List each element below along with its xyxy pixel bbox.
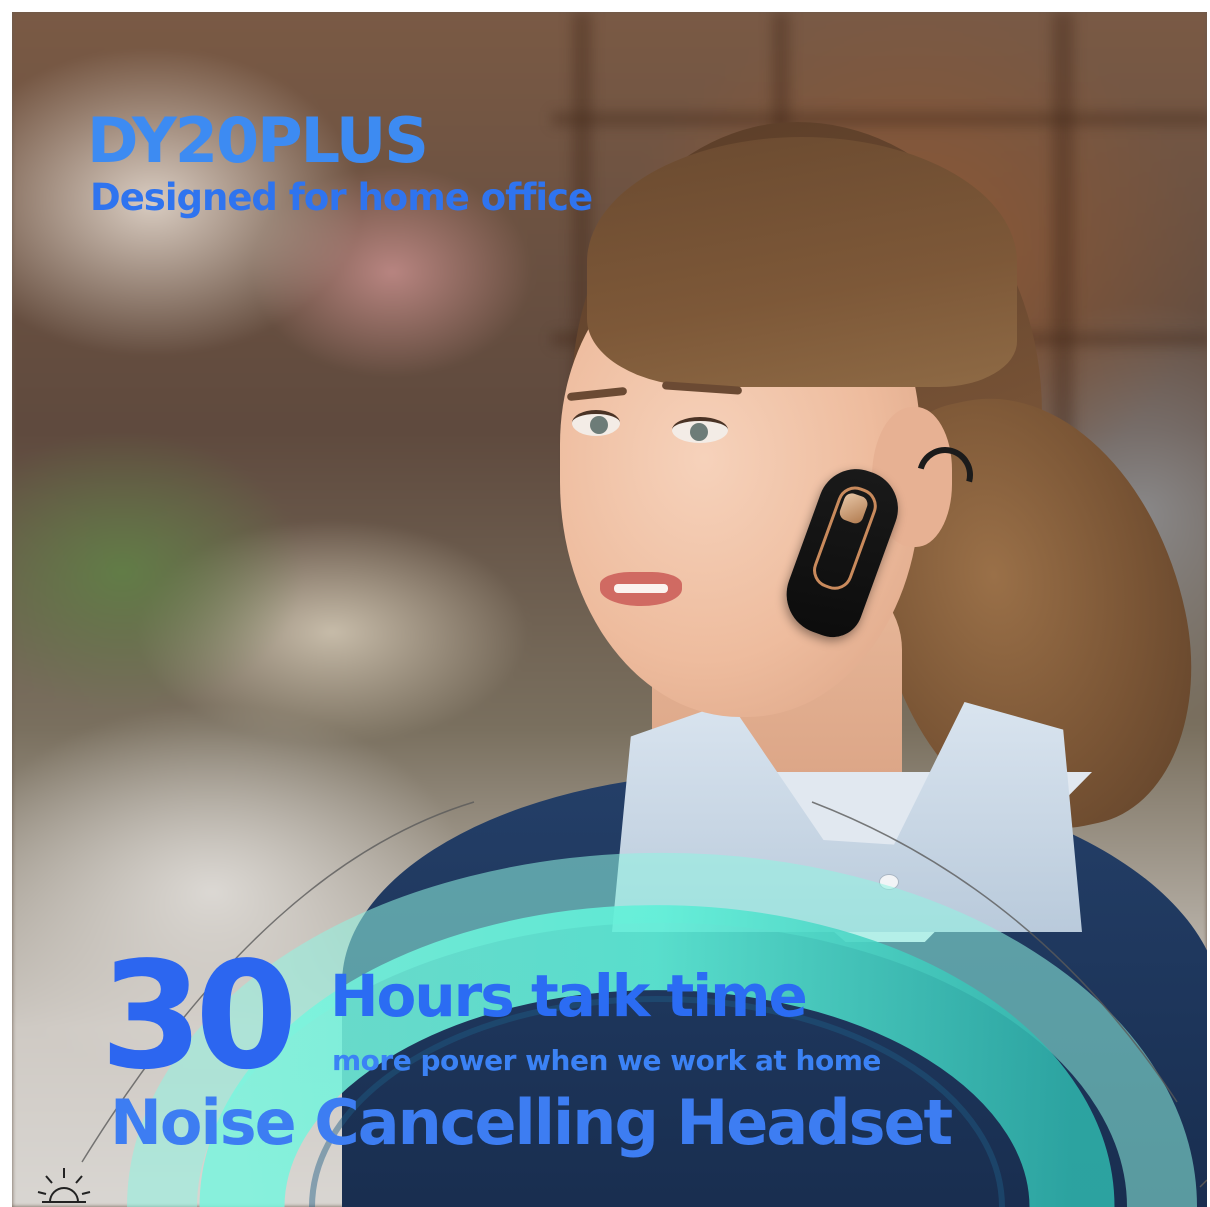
sun-icon <box>37 1168 91 1203</box>
product-model-title: DY20PLUS <box>87 104 429 177</box>
product-type-label: Noise Cancelling Headset <box>110 1086 953 1159</box>
talk-time-tagline: more power when we work at home <box>332 1044 881 1077</box>
product-subtitle: Designed for home office <box>90 176 593 219</box>
talk-time-number: 30 <box>100 930 298 1102</box>
product-image: DY20PLUS Designed for home office 30 Hou… <box>12 12 1207 1207</box>
talk-time-label: Hours talk time <box>330 962 808 1030</box>
